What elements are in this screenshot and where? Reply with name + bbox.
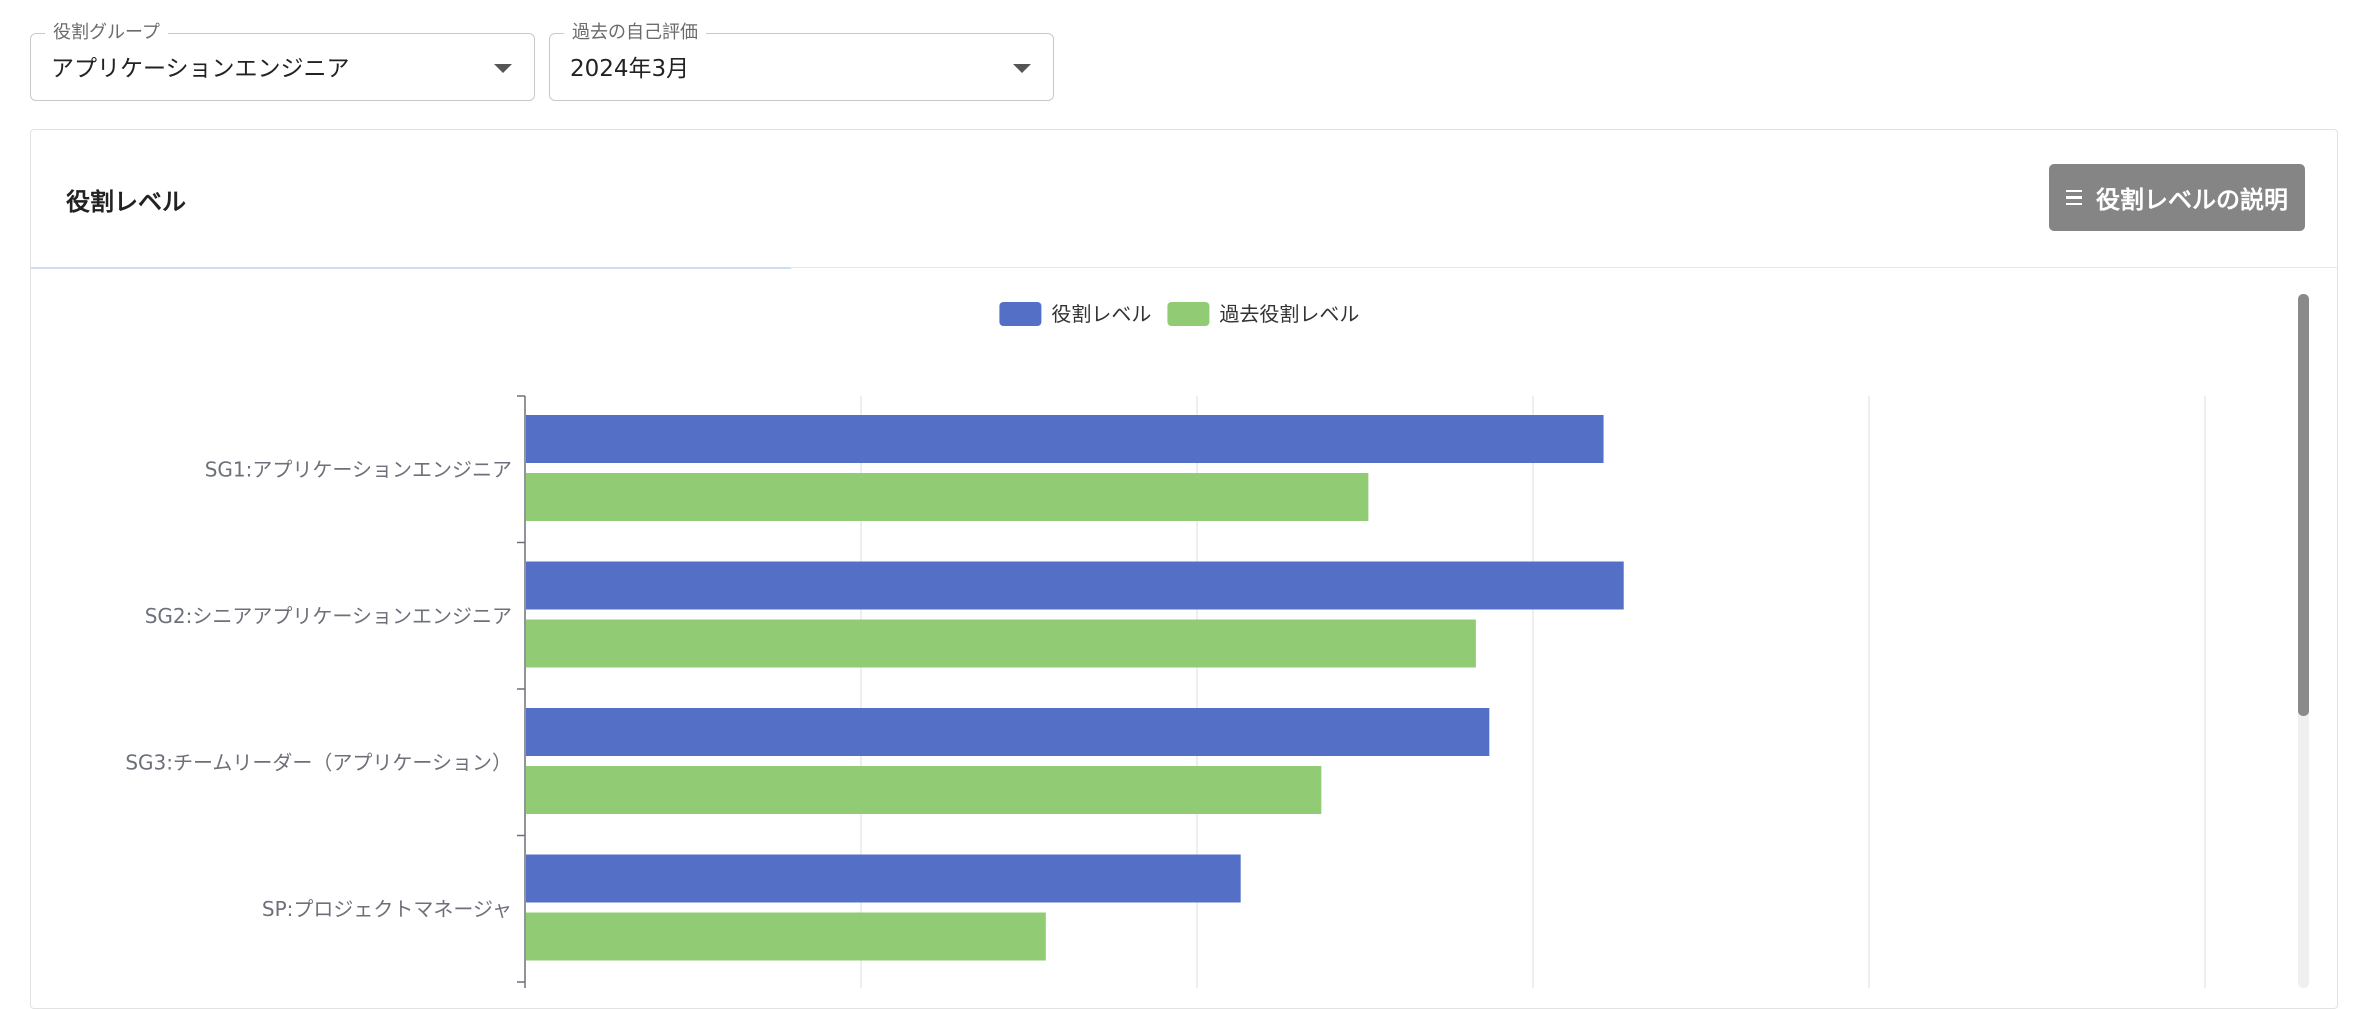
bar-past — [526, 473, 1369, 521]
bar-current — [526, 561, 1624, 610]
category-label: SG2:シニアアプリケーションエンジニア — [145, 604, 512, 628]
bar-past — [526, 912, 1046, 961]
category-label: SG3:チームリーダー（アプリケーション） — [125, 750, 512, 774]
chart-scrollbar-thumb[interactable] — [2298, 294, 2309, 716]
bar-current — [526, 708, 1490, 756]
bar-current — [526, 854, 1241, 903]
role-level-chart: SG1:アプリケーションエンジニア SG2:シニアアプリケーションエンジニア SG3… — [125, 302, 2206, 988]
legend-label: 過去役割レベル — [1219, 302, 1359, 326]
legend-swatch — [1167, 302, 1210, 326]
bar-current — [526, 415, 1604, 463]
bar-past — [526, 619, 1476, 668]
bar-past — [526, 766, 1322, 814]
category-label: SG1:アプリケーションエンジニア — [205, 457, 512, 481]
legend-label: 役割レベル — [1051, 302, 1151, 326]
category-label: SP:プロジェクトマネージャ — [262, 897, 512, 921]
legend-swatch — [999, 302, 1042, 326]
